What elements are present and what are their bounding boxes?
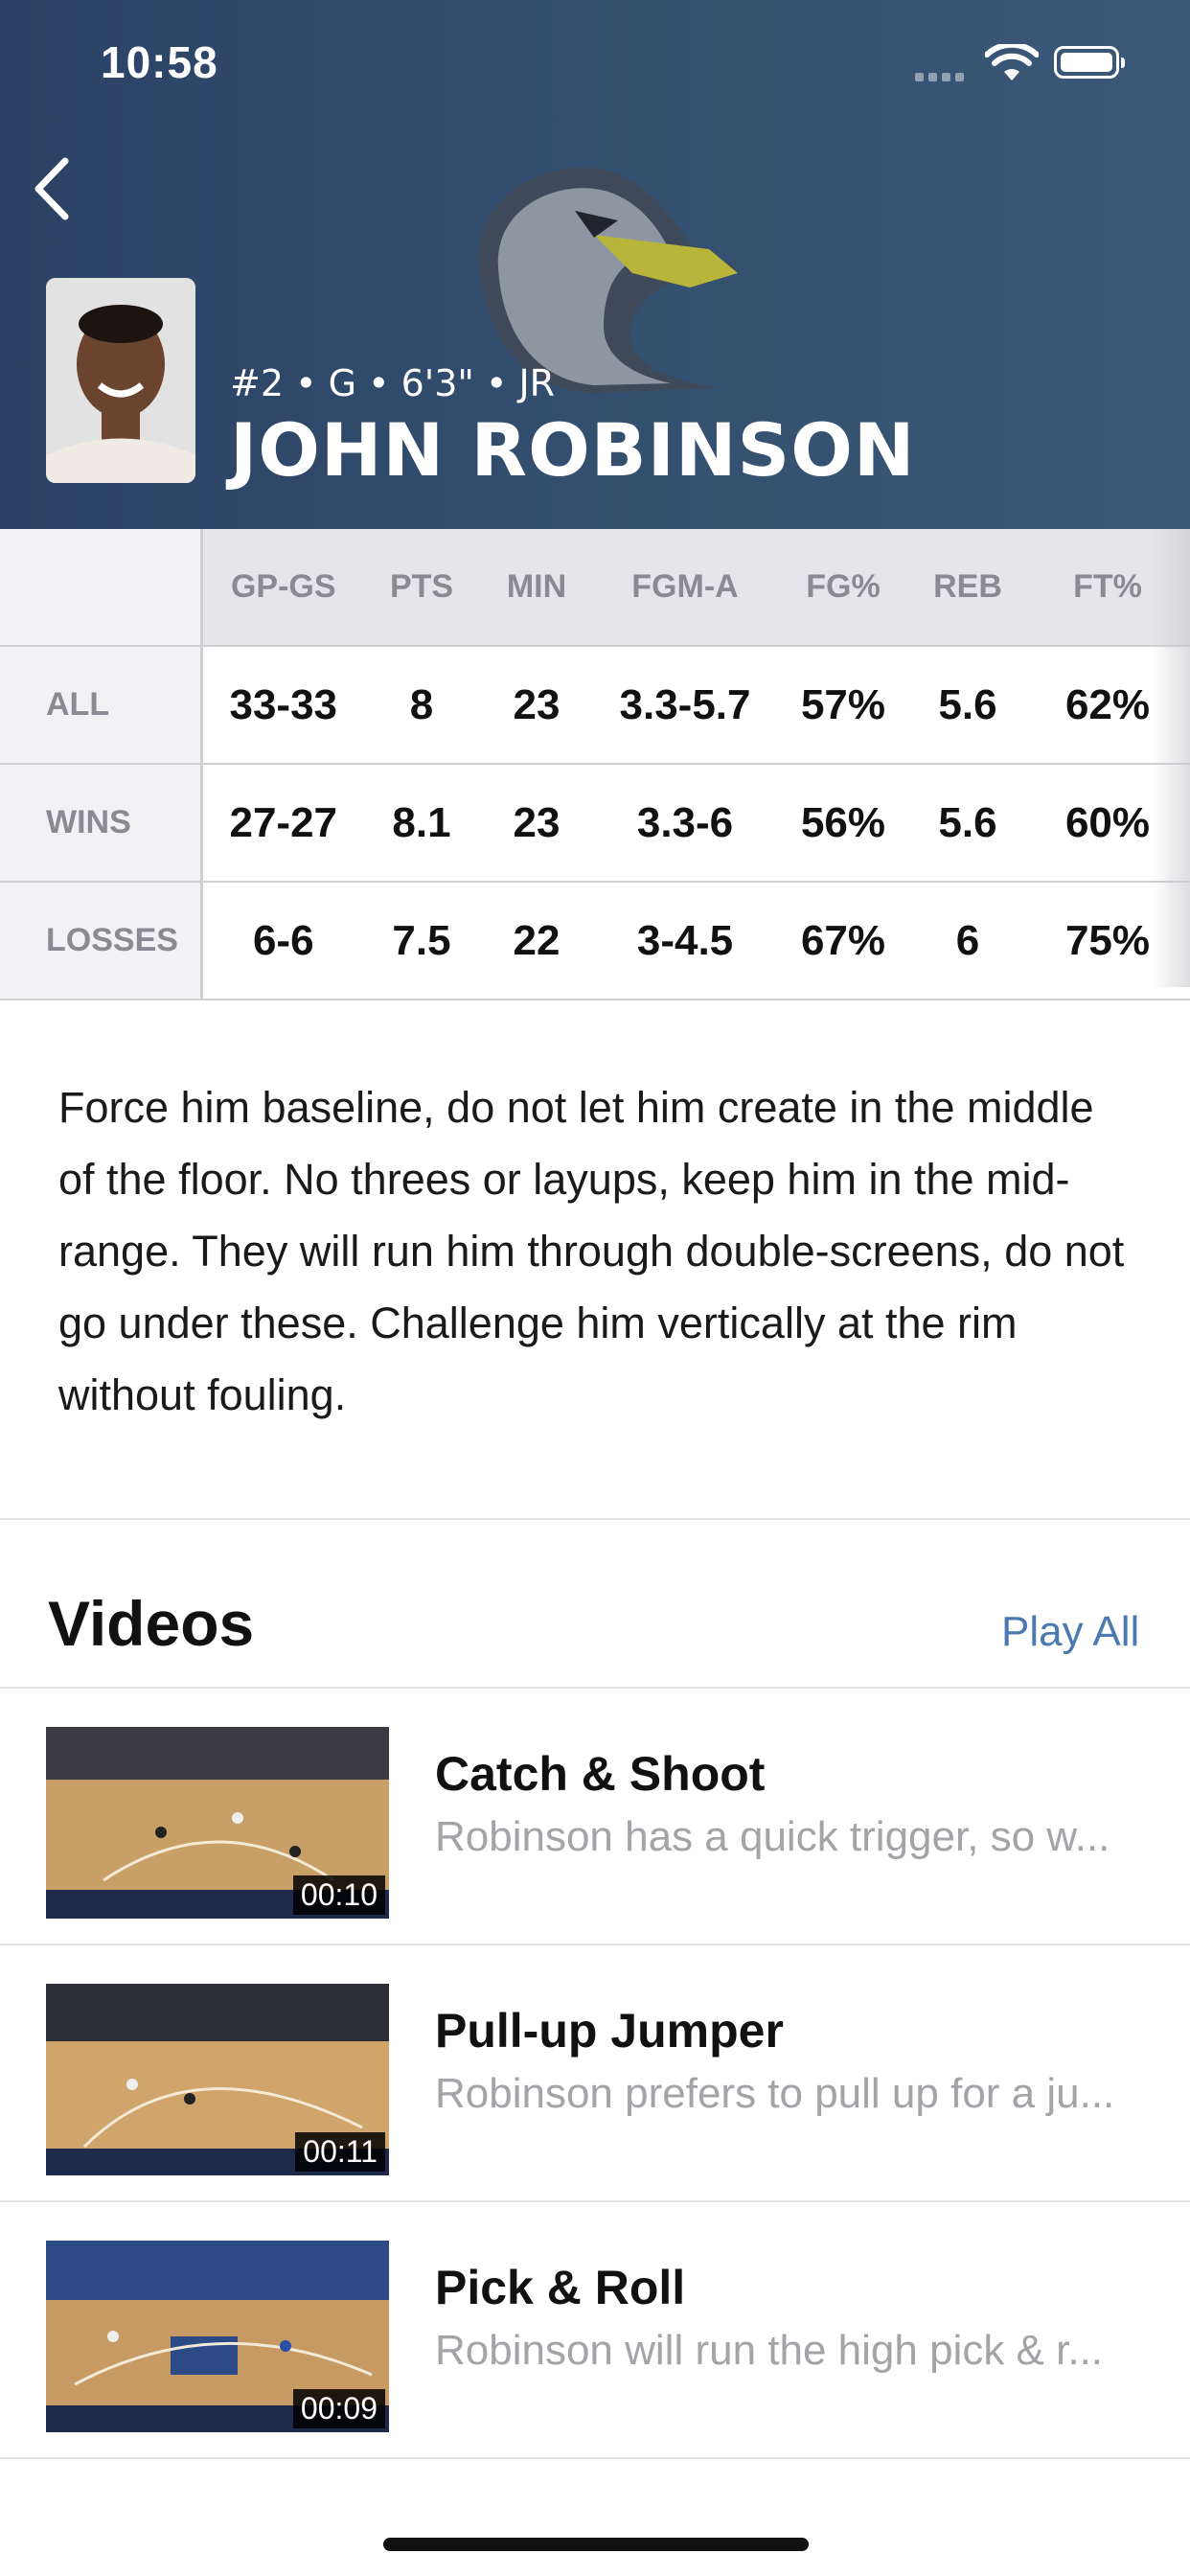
section-divider bbox=[0, 1518, 1190, 1520]
video-description: Robinson prefers to pull up for a ju... bbox=[435, 2070, 1115, 2117]
scouting-note: Force him baseline, do not let him creat… bbox=[58, 1083, 1125, 1419]
stats-cell: 5.6 bbox=[910, 764, 1025, 883]
video-description: Robinson has a quick trigger, so w... bbox=[435, 1813, 1110, 1860]
stats-cell: 56% bbox=[776, 764, 910, 883]
stats-cell: 23 bbox=[479, 764, 594, 883]
stats-cell: 6-6 bbox=[201, 882, 364, 1000]
video-list-item[interactable]: 00:10 Catch & Shoot Robinson has a quick… bbox=[0, 1689, 1190, 1945]
scroll-fade bbox=[1152, 529, 1190, 987]
video-thumbnail: 00:11 bbox=[46, 1984, 389, 2175]
stats-cell: 23 bbox=[479, 646, 594, 765]
stats-header-row: GP-GS PTS MIN FGM-A FG% REB FT% bbox=[0, 529, 1190, 647]
video-description: Robinson will run the high pick & r... bbox=[435, 2327, 1104, 2374]
stats-column-header: MIN bbox=[479, 529, 594, 647]
stats-cell: 3.3-6 bbox=[594, 764, 776, 883]
stats-column-header: REB bbox=[910, 529, 1025, 647]
stats-row-all: ALL 33-33 8 23 3.3-5.7 57% 5.6 62% bbox=[0, 646, 1190, 765]
status-time: 10:58 bbox=[101, 37, 218, 87]
home-indicator[interactable] bbox=[383, 2538, 809, 2551]
stats-row-label: WINS bbox=[0, 764, 203, 883]
stats-cell: 7.5 bbox=[364, 882, 479, 1000]
video-duration: 00:10 bbox=[292, 1875, 385, 1915]
player-photo bbox=[46, 278, 195, 483]
play-all-button[interactable]: Play All bbox=[1001, 1608, 1139, 1656]
video-title: Catch & Shoot bbox=[435, 1747, 766, 1801]
videos-section-title: Videos bbox=[48, 1588, 255, 1659]
stats-row-wins: WINS 27-27 8.1 23 3.3-6 56% 5.6 60% bbox=[0, 764, 1190, 883]
stats-row-losses: LOSSES 6-6 7.5 22 3-4.5 67% 6 75% bbox=[0, 882, 1190, 1000]
stats-row-label: LOSSES bbox=[0, 882, 203, 1000]
stats-column-header: FGM-A bbox=[594, 529, 776, 647]
stats-table: GP-GS PTS MIN FGM-A FG% REB FT% ALL 33-3… bbox=[0, 529, 1190, 1000]
player-header: 10:58 #2 • G • 6'3" • JR JOHN ROBINSON bbox=[0, 0, 1190, 529]
stats-row-label: ALL bbox=[0, 646, 203, 765]
player-meta: #2 • G • 6'3" • JR bbox=[230, 362, 556, 404]
stats-cell: 5.6 bbox=[910, 646, 1025, 765]
back-chevron-icon[interactable] bbox=[29, 155, 77, 222]
stats-cell: 8.1 bbox=[364, 764, 479, 883]
wifi-icon bbox=[985, 44, 1039, 80]
stats-column-header: PTS bbox=[364, 529, 479, 647]
video-thumbnail: 00:10 bbox=[46, 1727, 389, 1919]
player-name: JOHN ROBINSON bbox=[230, 407, 916, 493]
stats-column-header: GP-GS bbox=[201, 529, 364, 647]
stats-cell: 33-33 bbox=[201, 646, 364, 765]
row-divider bbox=[0, 2457, 1190, 2459]
video-title: Pick & Roll bbox=[435, 2261, 686, 2314]
stats-cell: 22 bbox=[479, 882, 594, 1000]
video-list-item[interactable]: 00:11 Pull-up Jumper Robinson prefers to… bbox=[0, 1945, 1190, 2202]
stats-cell: 27-27 bbox=[201, 764, 364, 883]
battery-icon bbox=[1054, 46, 1125, 79]
stats-cell: 57% bbox=[776, 646, 910, 765]
stats-cell: 67% bbox=[776, 882, 910, 1000]
video-duration: 00:09 bbox=[292, 2389, 385, 2428]
stats-cell: 8 bbox=[364, 646, 479, 765]
video-duration: 00:11 bbox=[295, 2132, 385, 2172]
stats-cell: 3.3-5.7 bbox=[594, 646, 776, 765]
cellular-signal-icon bbox=[915, 73, 964, 81]
stats-cell: 3-4.5 bbox=[594, 882, 776, 1000]
stats-cell: 6 bbox=[910, 882, 1025, 1000]
player-portrait-icon bbox=[46, 278, 195, 483]
video-title: Pull-up Jumper bbox=[435, 2004, 784, 2058]
stats-corner-cell bbox=[0, 529, 203, 647]
video-thumbnail: 00:09 bbox=[46, 2241, 389, 2432]
video-list-item[interactable]: 00:09 Pick & Roll Robinson will run the … bbox=[0, 2202, 1190, 2459]
stats-column-header: FG% bbox=[776, 529, 910, 647]
